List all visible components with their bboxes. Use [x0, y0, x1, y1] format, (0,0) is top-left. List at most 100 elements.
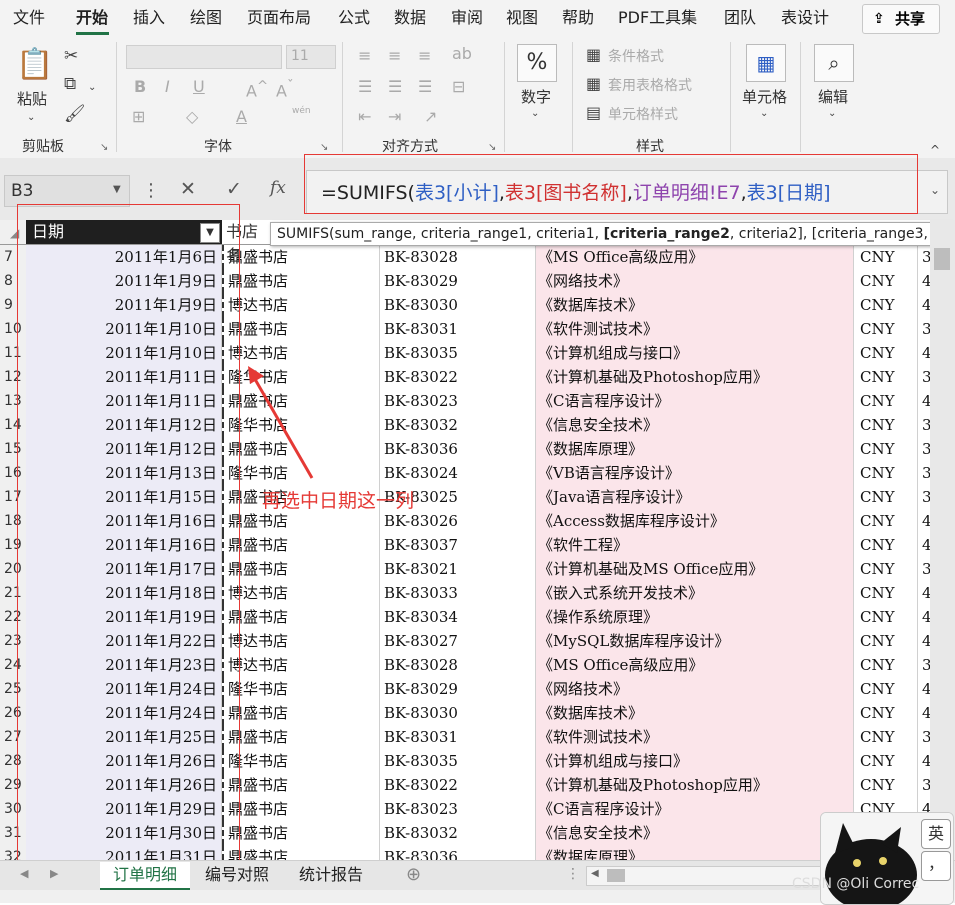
cell-partial[interactable]: 4 [918, 341, 930, 365]
cell-book-name[interactable]: 《Java语言程序设计》 [536, 485, 854, 509]
cell-book-id[interactable]: BK-83034 [380, 605, 536, 629]
cell-currency[interactable]: CNY [854, 341, 918, 365]
cell-store[interactable]: 隆华书店 [222, 749, 380, 773]
cell-store[interactable]: 博达书店 [222, 293, 380, 317]
menu-insert[interactable]: 插入 [133, 0, 165, 36]
copy-dropdown-icon[interactable]: ⌄ [88, 80, 96, 96]
cell-store[interactable]: 鼎盛书店 [222, 245, 380, 269]
align-center-icon[interactable]: ☰ [388, 79, 402, 95]
cell-book-id[interactable]: BK-83028 [380, 653, 536, 677]
expand-formula-icon[interactable]: ⌄ [930, 183, 940, 197]
increase-indent-icon[interactable]: ⇥ [388, 109, 401, 125]
menu-file[interactable]: 文件 [13, 0, 45, 36]
cell-store[interactable]: 鼎盛书店 [222, 533, 380, 557]
align-bottom-icon[interactable]: ≡ [418, 48, 431, 64]
cell-book-name[interactable]: 《C语言程序设计》 [536, 389, 854, 413]
menu-view[interactable]: 视图 [506, 0, 538, 36]
cell-store[interactable]: 鼎盛书店 [222, 557, 380, 581]
cell-currency[interactable]: CNY [854, 533, 918, 557]
cell-book-id[interactable]: BK-83023 [380, 797, 536, 821]
menu-review[interactable]: 审阅 [451, 0, 483, 36]
menu-pdf-tools[interactable]: PDF工具集 [618, 0, 697, 36]
cells-icon[interactable]: ▦ [746, 44, 786, 82]
shrink-font-icon[interactable]: Aˇ [276, 79, 294, 99]
font-size-combo[interactable]: 11 [286, 45, 336, 69]
cell-partial[interactable]: 3 [918, 557, 930, 581]
scroll-left-icon[interactable]: ◀ [591, 868, 599, 879]
cell-partial[interactable]: 3 [918, 365, 930, 389]
cell-book-id[interactable]: BK-83030 [380, 293, 536, 317]
fill-color-icon[interactable]: ◇ [186, 109, 198, 125]
cell-partial[interactable]: 4 [918, 293, 930, 317]
cell-partial[interactable]: 4 [918, 533, 930, 557]
bold-icon[interactable]: B [134, 79, 146, 95]
cell-book-name[interactable]: 《计算机基础及Photoshop应用》 [536, 365, 854, 389]
cell-book-name[interactable]: 《数据库技术》 [536, 293, 854, 317]
phonetic-icon[interactable]: wén [292, 106, 311, 116]
cell-store[interactable]: 隆华书店 [222, 677, 380, 701]
wrap-text-icon[interactable]: ab [452, 46, 472, 62]
align-middle-icon[interactable]: ≡ [388, 48, 401, 64]
cell-currency[interactable]: CNY [854, 653, 918, 677]
cell-book-id[interactable]: BK-83036 [380, 437, 536, 461]
cell-currency[interactable]: CNY [854, 749, 918, 773]
horizontal-scroll-thumb[interactable] [607, 869, 625, 882]
add-sheet-icon[interactable]: ⊕ [406, 864, 421, 885]
cell-book-name[interactable]: 《软件测试技术》 [536, 725, 854, 749]
cell-store[interactable]: 鼎盛书店 [222, 701, 380, 725]
cell-currency[interactable]: CNY [854, 485, 918, 509]
cell-book-id[interactable]: BK-83024 [380, 461, 536, 485]
editing-label[interactable]: 编辑 [818, 86, 848, 107]
font-launcher-icon[interactable]: ↘ [320, 143, 330, 153]
cell-currency[interactable]: CNY [854, 413, 918, 437]
cell-partial[interactable]: 4 [918, 701, 930, 725]
cut-icon[interactable]: ✂ [64, 48, 78, 65]
menu-formulas[interactable]: 公式 [338, 0, 370, 36]
orientation-icon[interactable]: ↗ [424, 109, 437, 125]
cell-currency[interactable]: CNY [854, 557, 918, 581]
cell-currency[interactable]: CNY [854, 701, 918, 725]
cell-partial[interactable]: 3 [918, 245, 930, 269]
cell-currency[interactable]: CNY [854, 461, 918, 485]
cell-book-id[interactable]: BK-83037 [380, 533, 536, 557]
cell-book-id[interactable]: BK-83030 [380, 701, 536, 725]
cell-book-name[interactable]: 《操作系统原理》 [536, 605, 854, 629]
cell-book-id[interactable]: BK-83023 [380, 389, 536, 413]
font-color-icon[interactable]: A [236, 109, 247, 125]
cell-partial[interactable]: 3 [918, 653, 930, 677]
cell-partial[interactable]: 4 [918, 269, 930, 293]
align-right-icon[interactable]: ☰ [418, 79, 432, 95]
cell-book-id[interactable]: BK-83022 [380, 365, 536, 389]
cell-currency[interactable]: CNY [854, 293, 918, 317]
cell-currency[interactable]: CNY [854, 245, 918, 269]
vertical-scroll-thumb[interactable] [934, 248, 950, 270]
cell-partial[interactable]: 4 [918, 749, 930, 773]
cancel-icon[interactable]: ✕ [180, 178, 196, 200]
cell-partial[interactable]: 3 [918, 773, 930, 797]
cell-book-name[interactable]: 《MySQL数据库程序设计》 [536, 629, 854, 653]
cell-book-id[interactable]: BK-83033 [380, 581, 536, 605]
cell-partial[interactable]: 3 [918, 725, 930, 749]
cell-book-name[interactable]: 《C语言程序设计》 [536, 797, 854, 821]
number-label[interactable]: 数字 [521, 86, 551, 107]
cell-book-name[interactable]: 《信息安全技术》 [536, 413, 854, 437]
alignment-launcher-icon[interactable]: ↘ [488, 143, 498, 153]
cell-partial[interactable]: 3 [918, 413, 930, 437]
scroll-tabs-left-icon[interactable]: ◀ [20, 867, 28, 880]
cell-book-id[interactable]: BK-83029 [380, 269, 536, 293]
cell-partial[interactable]: 4 [918, 389, 930, 413]
cell-book-id[interactable]: BK-83027 [380, 629, 536, 653]
cell-book-id[interactable]: BK-83032 [380, 821, 536, 845]
cell-store[interactable]: 鼎盛书店 [222, 269, 380, 293]
italic-icon[interactable]: I [165, 79, 170, 95]
cell-store[interactable]: 鼎盛书店 [222, 797, 380, 821]
cell-book-name[interactable]: 《网络技术》 [536, 677, 854, 701]
enter-icon[interactable]: ✓ [226, 178, 242, 200]
menu-data[interactable]: 数据 [394, 0, 426, 36]
cell-store[interactable]: 鼎盛书店 [222, 821, 380, 845]
font-name-combo[interactable] [126, 45, 282, 69]
cells-label[interactable]: 单元格 [742, 86, 787, 107]
menu-table-design[interactable]: 表设计 [781, 0, 829, 36]
align-left-icon[interactable]: ☰ [358, 79, 372, 95]
scroll-tabs-right-icon[interactable]: ▶ [50, 867, 58, 880]
